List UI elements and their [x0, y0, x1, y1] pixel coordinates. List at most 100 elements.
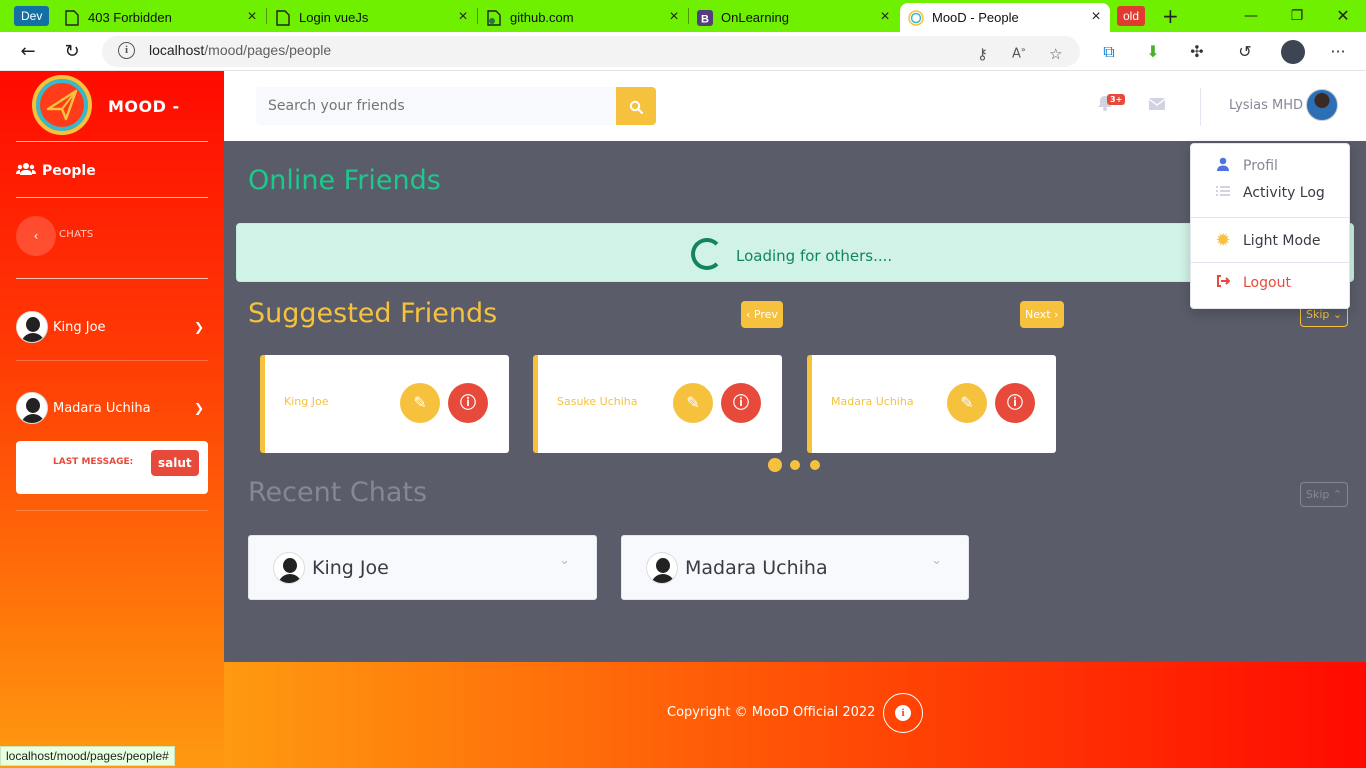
- sidebar-item-people[interactable]: People: [16, 162, 96, 180]
- tab-mood-people[interactable]: MooD - People ×: [900, 3, 1110, 32]
- tab-onlearning[interactable]: B OnLearning ×: [689, 3, 899, 32]
- tab-title: 403 Forbidden: [88, 10, 172, 25]
- chevron-left-icon: ‹: [746, 308, 751, 321]
- dev-profile-badge[interactable]: Dev: [14, 6, 50, 26]
- tab-github[interactable]: github.com ×: [478, 3, 688, 32]
- tab-login-vuejs[interactable]: Login vueJs ×: [267, 3, 477, 32]
- close-icon[interactable]: ×: [877, 9, 893, 25]
- back-icon[interactable]: ←: [14, 38, 42, 66]
- info-icon: i: [895, 705, 911, 721]
- chevron-down-icon[interactable]: ⌄: [559, 553, 570, 568]
- minimize-icon[interactable]: —: [1228, 0, 1274, 32]
- footer-info-button[interactable]: i: [883, 693, 923, 733]
- bootstrap-icon: B: [697, 9, 713, 26]
- recent-chat-name: King Joe: [312, 556, 389, 579]
- carousel-dot-active[interactable]: [768, 458, 782, 472]
- next-button[interactable]: Next ›: [1020, 301, 1064, 328]
- sidebar-friend-madara-uchiha[interactable]: Madara Uchiha ❯: [16, 392, 208, 424]
- carousel-dot[interactable]: [810, 460, 820, 470]
- last-message-label: LAST MESSAGE:: [53, 457, 134, 467]
- menu-item-light-mode[interactable]: ✹ Light Mode: [1215, 230, 1320, 251]
- browser-address-bar: ← ↻ i localhost/mood/pages/people ⚷ A» ☆…: [0, 32, 1366, 71]
- extensions-icon[interactable]: ✣: [1185, 40, 1209, 64]
- online-friends-heading: Online Friends: [248, 165, 441, 196]
- skip-recent-button[interactable]: Skip ⌃: [1300, 482, 1349, 507]
- menu-divider: [1191, 262, 1349, 263]
- info-button[interactable]: ⓘ: [995, 383, 1035, 423]
- avatar: [16, 392, 48, 424]
- recent-chat-card[interactable]: King Joe ⌄: [248, 535, 597, 600]
- tab-title: github.com: [510, 10, 574, 25]
- sidebar-divider: [16, 141, 208, 142]
- recent-chat-card[interactable]: Madara Uchiha ⌄: [621, 535, 969, 600]
- close-icon[interactable]: ×: [666, 9, 682, 25]
- read-aloud-icon[interactable]: A»: [1012, 45, 1026, 61]
- menu-item-profil[interactable]: Profil: [1215, 157, 1278, 175]
- key-icon[interactable]: ⚷: [977, 45, 988, 63]
- tab-title: Login vueJs: [299, 10, 369, 25]
- history-icon[interactable]: ↺: [1233, 40, 1257, 64]
- favorite-add-icon[interactable]: ☆: [1049, 45, 1062, 63]
- edit-button[interactable]: ✎: [673, 383, 713, 423]
- old-profile-badge[interactable]: old: [1117, 6, 1146, 26]
- page-icon: [64, 9, 80, 26]
- chevron-right-icon: ❯: [193, 320, 204, 334]
- sun-icon: ✹: [1215, 230, 1231, 251]
- search-icon: [629, 100, 644, 114]
- prev-button[interactable]: ‹ Prev: [741, 301, 783, 328]
- close-icon[interactable]: ×: [244, 9, 260, 25]
- avatar: [16, 311, 48, 343]
- chevron-down-icon[interactable]: ⌄: [931, 553, 942, 568]
- friend-name: King Joe: [53, 319, 106, 335]
- close-icon[interactable]: ×: [455, 9, 471, 25]
- menu-item-logout[interactable]: Logout: [1215, 275, 1291, 291]
- edit-button[interactable]: ✎: [947, 383, 987, 423]
- sidebar-divider: [16, 197, 208, 198]
- mood-logo[interactable]: [32, 75, 92, 135]
- brand-name[interactable]: MOOD -: [108, 97, 180, 116]
- sidebar-item-label: People: [42, 163, 96, 179]
- new-tab-icon[interactable]: +: [1162, 4, 1179, 28]
- last-message-card: LAST MESSAGE: salut: [16, 441, 208, 494]
- search-input[interactable]: [256, 87, 616, 125]
- page-icon: [486, 9, 502, 26]
- close-window-icon[interactable]: ✕: [1320, 0, 1366, 32]
- url-field[interactable]: i localhost/mood/pages/people ⚷ A» ☆: [102, 36, 1080, 67]
- info-button[interactable]: ⓘ: [448, 383, 488, 423]
- browser-profile-avatar[interactable]: [1281, 40, 1305, 64]
- mood-icon: [908, 9, 924, 26]
- tab-403-forbidden[interactable]: 403 Forbidden ×: [56, 3, 266, 32]
- carousel-dot[interactable]: [790, 460, 800, 470]
- chats-toggle-button[interactable]: ‹: [16, 216, 56, 256]
- info-icon: ⓘ: [1006, 395, 1023, 412]
- edit-button[interactable]: ✎: [400, 383, 440, 423]
- users-icon: [16, 162, 36, 180]
- topbar: 3+ Lysias MHD: [224, 71, 1366, 141]
- user-name[interactable]: Lysias MHD: [1229, 98, 1303, 113]
- download-icon[interactable]: ⬇: [1141, 40, 1165, 64]
- tab-title: OnLearning: [721, 10, 789, 25]
- refresh-icon[interactable]: ↻: [58, 38, 86, 66]
- envelope-icon[interactable]: [1148, 96, 1166, 114]
- user-icon: [1215, 157, 1231, 175]
- site-info-icon[interactable]: i: [118, 42, 135, 59]
- pencil-icon: ✎: [960, 393, 974, 412]
- menu-item-activity-log[interactable]: Activity Log: [1215, 185, 1325, 201]
- sidebar-divider: [16, 510, 208, 511]
- loading-text: Loading for others....: [736, 247, 893, 265]
- tab-title: MooD - People: [932, 10, 1019, 25]
- collections-icon[interactable]: ⧉: [1097, 40, 1121, 64]
- url-text[interactable]: localhost/mood/pages/people: [149, 42, 331, 58]
- close-icon[interactable]: ×: [1088, 9, 1104, 25]
- more-options-icon[interactable]: ···: [1326, 40, 1350, 64]
- info-button[interactable]: ⓘ: [721, 383, 761, 423]
- suggested-friend-card: Sasuke Uchiha ✎ ⓘ: [533, 355, 782, 453]
- user-avatar[interactable]: [1306, 89, 1338, 121]
- sidebar-friend-king-joe[interactable]: King Joe ❯: [16, 311, 208, 343]
- loading-alert: Loading for others....: [236, 223, 1354, 282]
- search-button[interactable]: [616, 87, 656, 125]
- last-message-badge[interactable]: salut: [151, 450, 199, 476]
- sidebar-divider: [16, 360, 208, 361]
- recent-chat-name: Madara Uchiha: [685, 556, 828, 579]
- restore-icon[interactable]: ❐: [1274, 0, 1320, 32]
